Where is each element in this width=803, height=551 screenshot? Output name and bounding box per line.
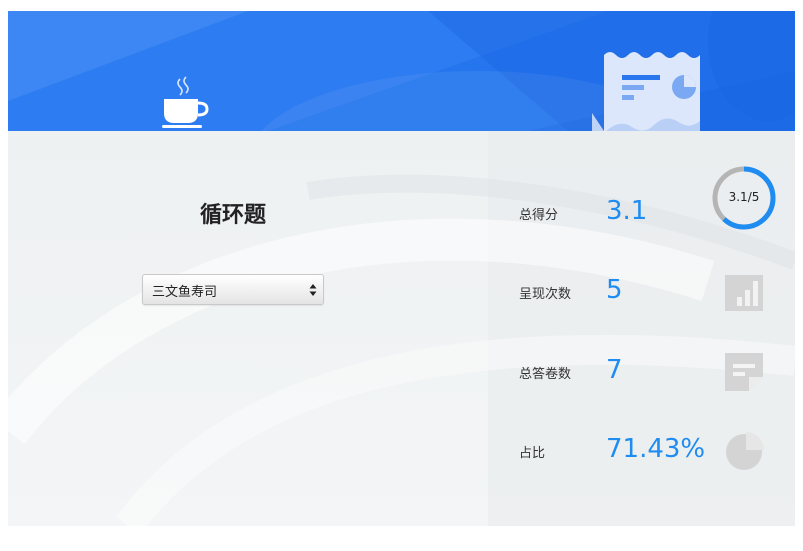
bar-chart-icon <box>725 275 763 311</box>
select-arrows-icon <box>309 284 317 296</box>
times-shown-value: 5 <box>606 275 623 305</box>
proportion-value: 71.43% <box>606 434 706 464</box>
item-select-dropdown[interactable]: 三文鱼寿司 <box>142 274 324 305</box>
score-ring-text: 3.1/5 <box>728 190 760 204</box>
header-banner <box>8 11 795 131</box>
content-area: 循环题 三文鱼寿司 总得分 3.1 3.1/5 呈现次数 5 总答卷数 7 占比… <box>8 131 795 526</box>
total-responses-value: 7 <box>606 355 623 385</box>
content-background <box>8 131 795 526</box>
total-score-label: 总得分 <box>519 208 559 223</box>
times-shown-label: 呈现次数 <box>519 287 572 302</box>
survey-stat-card: 循环题 三文鱼寿司 总得分 3.1 3.1/5 呈现次数 5 总答卷数 7 占比… <box>8 11 795 526</box>
select-value: 三文鱼寿司 <box>152 285 218 300</box>
coffee-cup-icon <box>162 76 209 128</box>
note-icon <box>725 353 763 391</box>
report-chart-icon <box>592 52 700 131</box>
total-score-value: 3.1 <box>606 196 648 226</box>
pie-chart-icon <box>726 432 764 470</box>
proportion-label: 占比 <box>519 446 546 461</box>
page-title: 循环题 <box>199 203 266 228</box>
total-responses-label: 总答卷数 <box>519 367 572 382</box>
